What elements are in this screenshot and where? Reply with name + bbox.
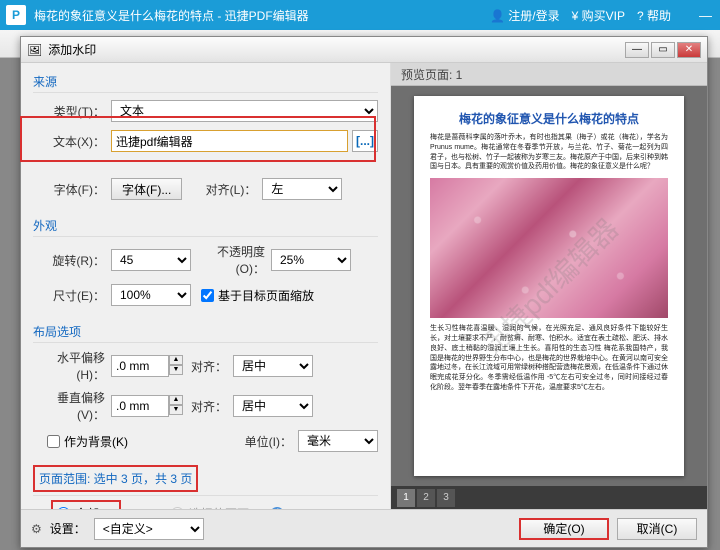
preview-area: 梅花的象征意义是什么梅花的特点 梅花是蔷薇科李属的落叶乔木，有时也指其果（梅子）… xyxy=(391,86,707,486)
text-label: 文本(X)： xyxy=(33,133,111,150)
doc-image xyxy=(430,178,668,318)
text-align-label: 对齐(L)： xyxy=(182,181,262,198)
dialog-titlebar: 🖼 添加水印 — ▭ ✕ xyxy=(21,37,707,63)
type-select[interactable]: 文本 xyxy=(111,100,378,122)
register-link[interactable]: 👤 注册/登录 xyxy=(490,7,560,24)
hoffset-spinner[interactable]: ▲▼ xyxy=(111,355,183,377)
scale-label: 尺寸(E)： xyxy=(33,287,111,304)
settings-panel: 来源 类型(T)： 文本 文本(X)： [...] 字体(F)： 字体(F)..… xyxy=(21,63,391,509)
dialog-maximize-icon[interactable]: ▭ xyxy=(651,42,675,58)
app-titlebar: P 梅花的象征意义是什么梅花的特点 - 迅捷PDF编辑器 👤 注册/登录 ¥ 购… xyxy=(0,0,720,30)
halign-label: 对齐： xyxy=(183,358,233,375)
page-range-heading: 页面范围: 选中 3 页，共 3 页 xyxy=(33,465,198,492)
appearance-heading: 外观 xyxy=(33,213,378,237)
thumbnail-strip: 1 2 3 xyxy=(391,486,707,509)
help-link[interactable]: ? 帮助 xyxy=(637,7,671,24)
valign-select[interactable]: 居中 xyxy=(233,395,313,417)
type-label: 类型(T)： xyxy=(33,103,111,120)
page-thumbnail: 梅花的象征意义是什么梅花的特点 梅花是蔷薇科李属的落叶乔木，有时也指其果（梅子）… xyxy=(414,96,684,476)
app-title: 梅花的象征意义是什么梅花的特点 - 迅捷PDF编辑器 xyxy=(34,7,490,24)
dialog-close-icon[interactable]: ✕ xyxy=(677,42,701,58)
scale-checkbox-label: 基于目标页面缩放 xyxy=(218,287,314,304)
cancel-button[interactable]: 取消(C) xyxy=(617,518,697,540)
minimize-window-icon[interactable]: — xyxy=(697,8,714,23)
unit-select[interactable]: 毫米 xyxy=(298,430,378,452)
voffset-label: 垂直偏移(V)： xyxy=(33,389,111,423)
text-align-select[interactable]: 左 xyxy=(262,178,342,200)
watermark-text-input[interactable] xyxy=(111,130,348,152)
rotate-select[interactable]: 45 xyxy=(111,249,191,271)
preview-header: 预览页面: 1 xyxy=(391,63,707,86)
scale-select[interactable]: 100% xyxy=(111,284,191,306)
opacity-label: 不透明度(O)： xyxy=(191,243,271,277)
app-logo: P xyxy=(6,5,26,25)
scale-checkbox[interactable] xyxy=(201,289,214,302)
settings-preset-select[interactable]: <自定义> xyxy=(94,518,204,540)
browse-button[interactable]: [...] xyxy=(352,130,378,152)
dialog-title: 添加水印 xyxy=(48,41,625,58)
background-checkbox[interactable] xyxy=(47,435,60,448)
gear-icon[interactable]: ⚙ xyxy=(31,522,42,536)
thumb-page-1[interactable]: 1 xyxy=(397,489,415,507)
preview-panel: 预览页面: 1 梅花的象征意义是什么梅花的特点 梅花是蔷薇科李属的落叶乔木，有时… xyxy=(391,63,707,509)
dialog-footer: ⚙ 设置： <自定义> 确定(O) 取消(C) xyxy=(21,509,707,547)
dialog-minimize-icon[interactable]: — xyxy=(625,42,649,58)
thumb-page-2[interactable]: 2 xyxy=(417,489,435,507)
doc-paragraph: 梅花是蔷薇科李属的落叶乔木，有时也指其果（梅子）或花（梅花），学名为Prunus… xyxy=(430,133,668,172)
source-heading: 来源 xyxy=(33,69,378,93)
add-watermark-dialog: 🖼 添加水印 — ▭ ✕ 来源 类型(T)： 文本 文本(X)： [...] xyxy=(20,36,708,548)
layout-heading: 布局选项 xyxy=(33,319,378,343)
dialog-icon: 🖼 xyxy=(27,43,42,57)
voffset-spinner[interactable]: ▲▼ xyxy=(111,395,183,417)
doc-paragraph-2: 生长习性梅花喜温暖、湿润的气候，在光照充足、通风良好条件下能较好生长，对土壤要求… xyxy=(430,324,668,393)
settings-label: 设置： xyxy=(50,520,86,537)
font-label: 字体(F)： xyxy=(33,181,111,198)
rotate-label: 旋转(R)： xyxy=(33,252,111,269)
opacity-select[interactable]: 25% xyxy=(271,249,351,271)
ok-button[interactable]: 确定(O) xyxy=(519,518,609,540)
buy-vip-link[interactable]: ¥ 购买VIP xyxy=(572,7,625,24)
hoffset-label: 水平偏移(H)： xyxy=(33,349,111,383)
background-checkbox-label: 作为背景(K) xyxy=(64,433,238,450)
halign-select[interactable]: 居中 xyxy=(233,355,313,377)
unit-label: 单位(I)： xyxy=(238,433,298,450)
valign-label: 对齐： xyxy=(183,398,233,415)
font-button[interactable]: 字体(F)... xyxy=(111,178,182,200)
doc-title: 梅花的象征意义是什么梅花的特点 xyxy=(430,110,668,127)
thumb-page-3[interactable]: 3 xyxy=(437,489,455,507)
